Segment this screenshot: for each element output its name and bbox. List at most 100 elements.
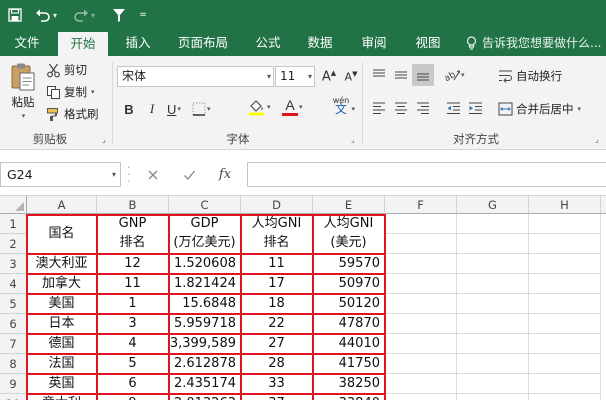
gni-per-capita-cell[interactable]: 41750 xyxy=(313,354,385,374)
copy-dropdown-icon[interactable]: ▾ xyxy=(91,88,95,96)
align-top-button[interactable] xyxy=(368,64,390,86)
header-cell-gnp-rank[interactable]: 排名 xyxy=(97,234,169,254)
gni-per-capita-cell[interactable]: 59570 xyxy=(313,254,385,274)
undo-icon[interactable]: ▾ xyxy=(32,4,60,26)
empty-cell[interactable] xyxy=(529,374,601,394)
touch-mode-icon[interactable] xyxy=(110,4,128,26)
column-header-d[interactable]: D xyxy=(241,196,313,214)
empty-cell[interactable] xyxy=(385,394,457,400)
column-header-f[interactable]: F xyxy=(385,196,457,214)
gnp-rank-cell[interactable]: 6 xyxy=(97,374,169,394)
column-header-i[interactable] xyxy=(601,196,606,214)
empty-cell[interactable] xyxy=(457,354,529,374)
empty-cell[interactable] xyxy=(385,254,457,274)
merge-center-dropdown-icon[interactable]: ▾ xyxy=(578,105,582,113)
paste-button[interactable]: 粘贴 ▾ xyxy=(6,62,40,120)
column-header-e[interactable]: E xyxy=(313,196,385,214)
tab-home[interactable]: 开始 xyxy=(58,32,108,56)
redo-dropdown-icon[interactable]: ▾ xyxy=(91,11,95,20)
decrease-indent-button[interactable] xyxy=(442,97,464,119)
tab-data[interactable]: 数据 xyxy=(300,30,340,56)
align-left-button[interactable] xyxy=(368,97,390,119)
country-cell[interactable]: 德国 xyxy=(27,334,97,354)
empty-cell[interactable] xyxy=(529,354,601,374)
gnp-rank-cell[interactable]: 12 xyxy=(97,254,169,274)
tab-formulas[interactable]: 公式 xyxy=(248,30,288,56)
empty-cell[interactable] xyxy=(457,374,529,394)
bold-button[interactable]: B xyxy=(118,98,140,120)
empty-cell[interactable] xyxy=(529,274,601,294)
gni-per-capita-cell[interactable]: 50970 xyxy=(313,274,385,294)
row-header[interactable]: 1 xyxy=(0,214,27,234)
gnp-rank-cell[interactable]: 3 xyxy=(97,314,169,334)
gnp-rank-cell[interactable]: 11 xyxy=(97,274,169,294)
gni-rank-cell[interactable]: 33 xyxy=(241,374,313,394)
empty-cell[interactable] xyxy=(457,254,529,274)
redo-icon[interactable]: ▾ xyxy=(70,4,98,26)
align-center-button[interactable] xyxy=(390,97,412,119)
header-cell-gni[interactable]: 人均GNI xyxy=(241,214,313,234)
country-cell[interactable]: 日本 xyxy=(27,314,97,334)
font-color-button[interactable]: A ▾ xyxy=(282,96,312,118)
clipboard-launcher-icon[interactable]: ⌟ xyxy=(102,135,111,144)
gni-per-capita-cell[interactable]: 38250 xyxy=(313,374,385,394)
gni-rank-cell[interactable]: 27 xyxy=(241,334,313,354)
empty-cell[interactable] xyxy=(457,234,529,254)
row-header[interactable]: 7 xyxy=(0,334,27,354)
phonetic-button[interactable]: wén 文 ▾ xyxy=(326,94,356,116)
empty-cell[interactable] xyxy=(385,334,457,354)
align-bottom-button[interactable] xyxy=(412,64,434,86)
select-all-corner[interactable] xyxy=(0,196,27,214)
underline-dropdown-icon[interactable]: ▾ xyxy=(177,105,181,113)
empty-cell[interactable] xyxy=(529,334,601,354)
gni-per-capita-cell[interactable]: 47870 xyxy=(313,314,385,334)
empty-cell[interactable] xyxy=(385,294,457,314)
tab-review[interactable]: 审阅 xyxy=(352,30,396,56)
wrap-text-button[interactable]: 自动换行 xyxy=(498,68,562,84)
borders-dropdown-icon[interactable]: ▾ xyxy=(207,105,211,113)
column-header-h[interactable]: H xyxy=(529,196,601,214)
customize-qat-icon[interactable]: = xyxy=(138,4,148,26)
column-header-g[interactable]: G xyxy=(457,196,529,214)
phonetic-dropdown-icon[interactable]: ▾ xyxy=(351,105,355,114)
empty-cell[interactable] xyxy=(457,274,529,294)
increase-font-button[interactable]: A▲ xyxy=(318,66,340,88)
row-header[interactable]: 2 xyxy=(0,234,27,254)
merge-center-button[interactable]: 合并后居中 ▾ xyxy=(498,101,581,117)
worksheet-grid[interactable]: A B C D E F G H 1 2 3 4 5 6 7 8 9 10 国名 … xyxy=(0,196,606,400)
fill-color-dropdown-icon[interactable]: ▾ xyxy=(267,103,271,111)
enter-button[interactable] xyxy=(175,162,203,187)
country-cell[interactable]: 澳大利亚 xyxy=(27,254,97,274)
row-header[interactable]: 4 xyxy=(0,274,27,294)
gdp-cell[interactable]: 5.959718 xyxy=(169,314,241,334)
gdp-cell[interactable]: 3,399,589 xyxy=(169,334,241,354)
empty-cell[interactable] xyxy=(457,394,529,400)
empty-cell[interactable] xyxy=(385,354,457,374)
empty-cell[interactable] xyxy=(457,294,529,314)
gnp-rank-cell[interactable]: 4 xyxy=(97,334,169,354)
font-size-box[interactable]: 11 ▾ xyxy=(275,66,315,87)
row-header[interactable]: 9 xyxy=(0,374,27,394)
font-launcher-icon[interactable]: ⌟ xyxy=(351,135,360,144)
row-header[interactable]: 6 xyxy=(0,314,27,334)
gdp-cell[interactable]: 2.612878 xyxy=(169,354,241,374)
country-cell[interactable]: 加拿大 xyxy=(27,274,97,294)
empty-cell[interactable] xyxy=(385,274,457,294)
gni-per-capita-cell[interactable]: 44010 xyxy=(313,334,385,354)
empty-cell[interactable] xyxy=(385,234,457,254)
paste-dropdown-icon[interactable]: ▾ xyxy=(22,112,26,120)
gni-per-capita-cell[interactable]: 50120 xyxy=(313,294,385,314)
empty-cell[interactable] xyxy=(457,214,529,234)
empty-cell[interactable] xyxy=(529,234,601,254)
save-icon[interactable] xyxy=(6,4,24,26)
empty-cell[interactable] xyxy=(529,254,601,274)
gni-rank-cell[interactable]: 11 xyxy=(241,254,313,274)
gni-rank-cell[interactable]: 22 xyxy=(241,314,313,334)
insert-function-button[interactable]: fx xyxy=(211,162,239,187)
orientation-dropdown-icon[interactable]: ▾ xyxy=(461,71,465,79)
empty-cell[interactable] xyxy=(385,214,457,234)
gnp-rank-cell[interactable]: 1 xyxy=(97,294,169,314)
italic-button[interactable]: I xyxy=(141,98,163,120)
header-cell-gnp[interactable]: GNP xyxy=(97,214,169,234)
gni-rank-cell[interactable]: 28 xyxy=(241,354,313,374)
